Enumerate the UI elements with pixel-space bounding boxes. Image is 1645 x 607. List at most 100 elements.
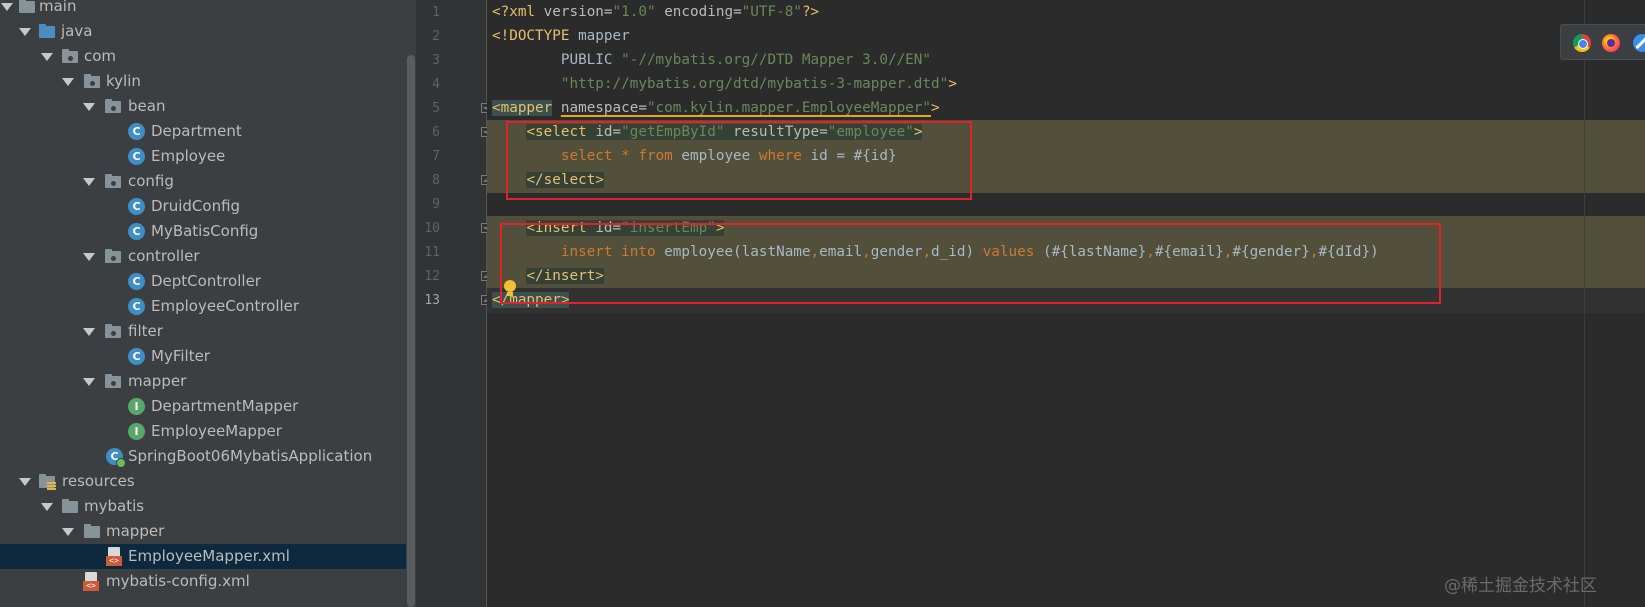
code-line-3: PUBLIC "-//mybatis.org//DTD Mapper 3.0//… bbox=[492, 52, 931, 68]
line-number-current: 13 bbox=[424, 293, 440, 308]
tree-item-departmentmapper[interactable]: I DepartmentMapper bbox=[0, 394, 416, 419]
tree-item-kylin[interactable]: kylin bbox=[0, 69, 416, 94]
chrome-icon[interactable] bbox=[1573, 34, 1591, 52]
expand-arrow-icon[interactable] bbox=[40, 494, 54, 519]
code-line-1: <?xml version="1.0" encoding="UTF-8"?> bbox=[492, 4, 820, 20]
class-icon: C bbox=[128, 348, 145, 365]
package-dot-icon bbox=[68, 56, 73, 61]
package-icon bbox=[83, 73, 101, 90]
highlight-band bbox=[487, 168, 1645, 193]
package-dot-icon bbox=[111, 106, 116, 111]
expand-arrow-icon[interactable] bbox=[61, 69, 75, 94]
tree-item-mybatisconfig[interactable]: C MyBatisConfig bbox=[0, 219, 416, 244]
tree-item-main[interactable]: main bbox=[0, 0, 416, 19]
tree-item-deptcontroller[interactable]: C DeptController bbox=[0, 269, 416, 294]
spring-boot-class-icon: C bbox=[106, 448, 126, 468]
xml-file-icon bbox=[106, 547, 122, 566]
right-margin-guide bbox=[1584, 0, 1585, 607]
tree-item-filter[interactable]: filter bbox=[0, 319, 416, 344]
code-line-6: <select id="getEmpById" resultType="empl… bbox=[526, 124, 923, 140]
tree-item-label: com bbox=[84, 47, 117, 65]
tree-item-druidconfig[interactable]: C DruidConfig bbox=[0, 194, 416, 219]
package-icon bbox=[104, 323, 122, 340]
code-line-11: insert into employee(lastName,email,gend… bbox=[560, 244, 1379, 260]
expand-arrow-icon[interactable] bbox=[18, 19, 32, 44]
tree-item-employeemapper-xml[interactable]: EmployeeMapper.xml bbox=[0, 544, 416, 569]
package-dot-icon bbox=[111, 331, 116, 336]
tree-item-mybatis-config-xml[interactable]: mybatis-config.xml bbox=[0, 569, 416, 594]
tree-item-com[interactable]: com bbox=[0, 44, 416, 69]
tree-item-label: DepartmentMapper bbox=[151, 397, 299, 415]
folder-icon bbox=[38, 23, 56, 40]
tree-item-label: mapper bbox=[128, 372, 187, 390]
tree-item-employee[interactable]: C Employee bbox=[0, 144, 416, 169]
code-editor[interactable]: <?xml version="1.0" encoding="UTF-8"?> <… bbox=[487, 0, 1645, 607]
tree-item-label: SpringBoot06MybatisApplication bbox=[128, 447, 373, 465]
highlight-band bbox=[487, 264, 1645, 289]
safari-icon[interactable] bbox=[1633, 34, 1645, 52]
code-line-4: "http://mybatis.org/dtd/mybatis-3-mapper… bbox=[560, 76, 957, 92]
package-icon bbox=[104, 373, 122, 390]
tree-item-department[interactable]: C Department bbox=[0, 119, 416, 144]
tree-item-employeemapper[interactable]: I EmployeeMapper bbox=[0, 419, 416, 444]
expand-arrow-icon[interactable] bbox=[40, 44, 54, 69]
tree-scrollbar[interactable] bbox=[406, 0, 416, 607]
class-icon: C bbox=[128, 123, 145, 140]
tree-item-label: mapper bbox=[106, 522, 165, 540]
intention-bulb-icon[interactable] bbox=[503, 280, 517, 298]
tree-item-mybatis[interactable]: mybatis bbox=[0, 494, 416, 519]
expand-arrow-icon[interactable] bbox=[61, 519, 75, 544]
resources-bars-icon bbox=[47, 482, 56, 490]
tree-item-label: Employee bbox=[151, 147, 226, 165]
tree-item-label: kylin bbox=[106, 72, 141, 90]
package-icon bbox=[104, 248, 122, 265]
tree-item-label: DruidConfig bbox=[151, 197, 241, 215]
tree-item-resources[interactable]: resources bbox=[0, 469, 416, 494]
tree-item-myfilter[interactable]: C MyFilter bbox=[0, 344, 416, 369]
package-dot-icon bbox=[111, 256, 116, 261]
tree-item-label: filter bbox=[128, 322, 163, 340]
tree-item-label: Department bbox=[151, 122, 242, 140]
line-number: 1 bbox=[432, 5, 440, 20]
expand-arrow-icon[interactable] bbox=[0, 0, 14, 19]
tree-item-employeecontroller[interactable]: C EmployeeController bbox=[0, 294, 416, 319]
expand-arrow-icon[interactable] bbox=[82, 94, 96, 119]
class-icon: C bbox=[128, 223, 145, 240]
code-line-8: </select> bbox=[526, 172, 604, 188]
tree-item-label: controller bbox=[128, 247, 200, 265]
current-line-highlight bbox=[487, 288, 1645, 313]
tree-item-label: DeptController bbox=[151, 272, 261, 290]
tree-item-config[interactable]: config bbox=[0, 169, 416, 194]
tree-item-label: java bbox=[61, 22, 93, 40]
code-line-2: <!DOCTYPE mapper bbox=[492, 28, 630, 44]
interface-icon: I bbox=[128, 398, 145, 415]
resources-folder-icon bbox=[38, 473, 56, 490]
line-number: 12 bbox=[424, 269, 440, 284]
folder-icon bbox=[18, 0, 36, 15]
firefox-icon[interactable] bbox=[1602, 34, 1620, 52]
tree-item-springboot06mybatisapplication[interactable]: C SpringBoot06MybatisApplication bbox=[0, 444, 416, 469]
folder-icon bbox=[83, 523, 101, 540]
tree-scroll-thumb[interactable] bbox=[407, 55, 415, 607]
tree-item-label: EmployeeMapper.xml bbox=[128, 547, 290, 565]
line-number: 3 bbox=[432, 53, 440, 68]
spring-boot-badge-icon bbox=[116, 458, 126, 468]
tree-item-mapper[interactable]: mapper bbox=[0, 519, 416, 544]
tree-item-bean[interactable]: bean bbox=[0, 94, 416, 119]
tree-item-controller[interactable]: controller bbox=[0, 244, 416, 269]
tree-item-label: EmployeeController bbox=[151, 297, 300, 315]
class-icon: C bbox=[128, 273, 145, 290]
project-tree-panel: main java com kylin bean C Department C Employee… bbox=[0, 0, 416, 607]
tree-item-mapper[interactable]: mapper bbox=[0, 369, 416, 394]
tree-item-java[interactable]: java bbox=[0, 19, 416, 44]
watermark: @稀土掘金技术社区 bbox=[1444, 576, 1597, 596]
tree-item-label: mybatis bbox=[84, 497, 145, 515]
expand-arrow-icon[interactable] bbox=[82, 169, 96, 194]
package-icon bbox=[104, 98, 122, 115]
code-line-7: select * from employee where id = #{id} bbox=[560, 148, 897, 164]
expand-arrow-icon[interactable] bbox=[82, 319, 96, 344]
expand-arrow-icon[interactable] bbox=[82, 369, 96, 394]
expand-arrow-icon[interactable] bbox=[18, 469, 32, 494]
class-icon: C bbox=[128, 298, 145, 315]
expand-arrow-icon[interactable] bbox=[82, 244, 96, 269]
